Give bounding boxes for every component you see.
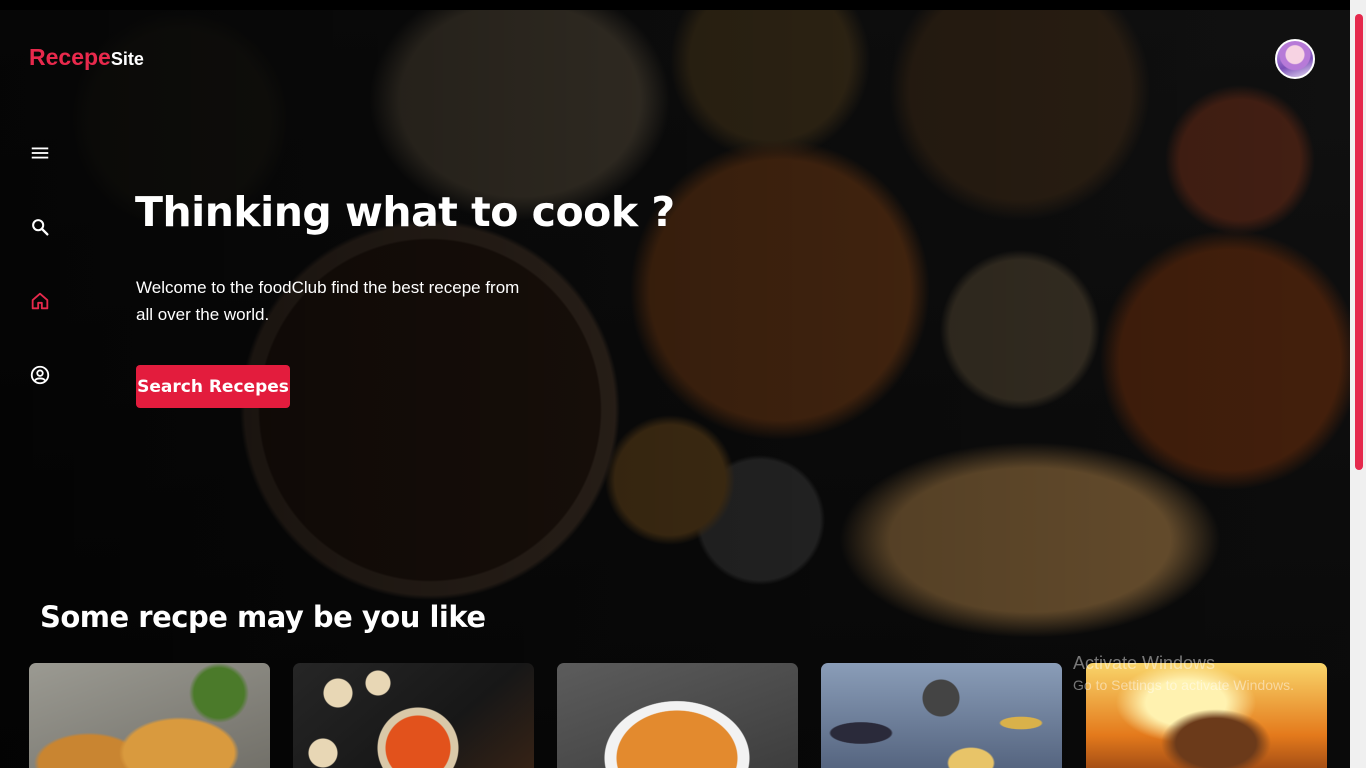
account-nav-button[interactable] bbox=[28, 363, 52, 387]
home-icon bbox=[31, 292, 49, 310]
logo-sub-text: Site bbox=[110, 49, 144, 69]
scrollbar-thumb[interactable] bbox=[1355, 14, 1363, 470]
recipe-card-noodles[interactable] bbox=[557, 663, 798, 768]
watermark-title: Activate Windows bbox=[1073, 653, 1216, 673]
site-logo[interactable]: RecepeSite bbox=[29, 44, 144, 71]
recipe-card-samosa[interactable] bbox=[29, 663, 270, 768]
menu-button[interactable] bbox=[28, 141, 52, 165]
user-avatar[interactable] bbox=[1275, 39, 1315, 79]
watermark-subtitle: Go to Settings to activate Windows. bbox=[1073, 677, 1294, 693]
search-nav-button[interactable] bbox=[28, 215, 52, 239]
section-title: Some recpe may be you like bbox=[40, 600, 486, 634]
activate-windows-watermark: Activate Windows Go to Settings to activ… bbox=[1073, 653, 1294, 693]
menu-icon bbox=[31, 147, 49, 159]
logo-main-text: Recepe bbox=[29, 44, 111, 70]
recipe-card-momos[interactable] bbox=[293, 663, 534, 768]
hero-description: Welcome to the foodClub find the best re… bbox=[136, 278, 520, 324]
page-scrollbar[interactable] bbox=[1350, 0, 1366, 768]
account-icon bbox=[30, 365, 50, 385]
home-nav-button[interactable] bbox=[28, 289, 52, 313]
search-recipes-button[interactable]: Search Recepes bbox=[136, 365, 290, 408]
recipe-card-anime[interactable] bbox=[821, 663, 1062, 768]
hero-title: Thinking what to cook ? bbox=[135, 188, 675, 236]
search-icon bbox=[32, 219, 49, 236]
